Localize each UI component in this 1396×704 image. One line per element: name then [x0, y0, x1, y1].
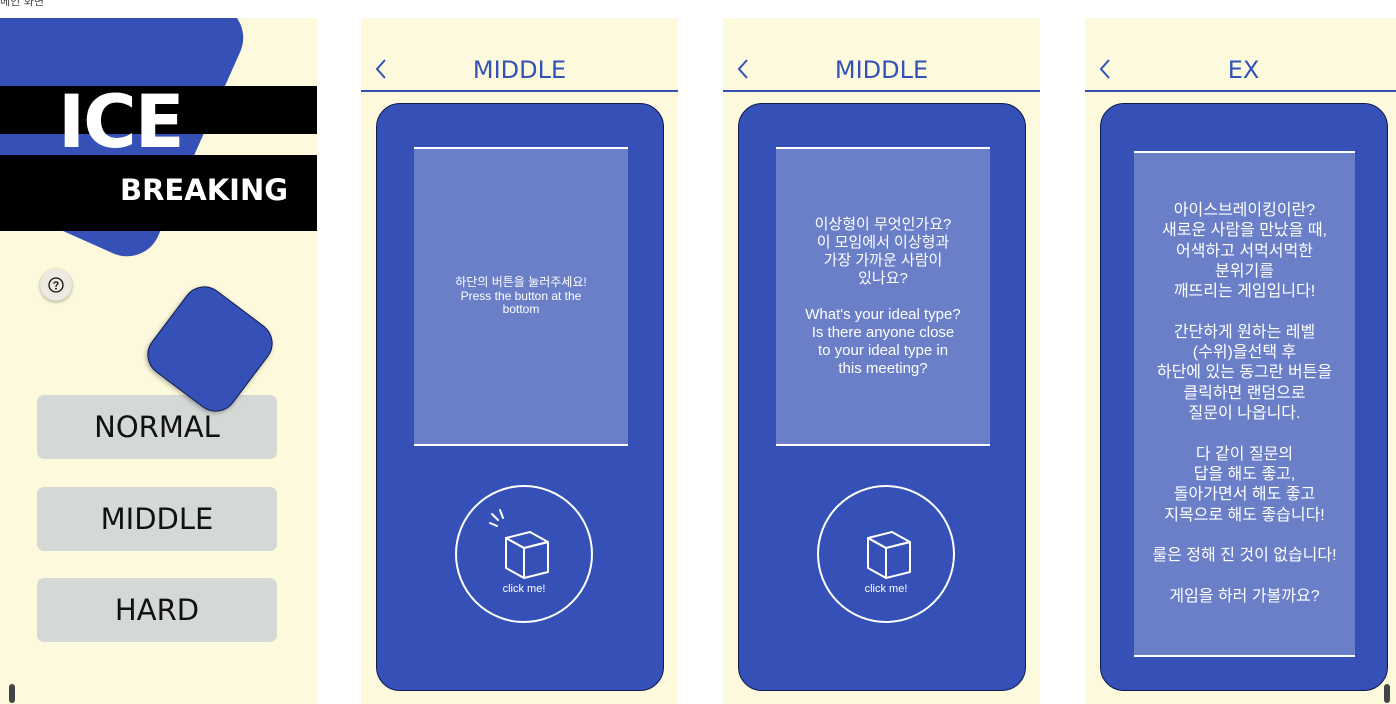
scroll-handle[interactable] — [9, 684, 15, 703]
click-me-button[interactable]: click me! — [817, 485, 955, 623]
scroll-handle[interactable] — [1384, 684, 1390, 703]
help-button[interactable] — [40, 269, 72, 301]
click-me-label: click me! — [864, 583, 908, 595]
main-screen: ICE BREAKING NORMAL MIDDLE HARD — [0, 18, 317, 704]
middle-level-button[interactable]: MIDDLE — [37, 487, 277, 551]
box-icon — [489, 509, 549, 579]
app-title-ice: ICE — [58, 80, 185, 165]
top-bar: EX — [1085, 18, 1396, 92]
screen-caption: 메인 화면 — [0, 0, 44, 8]
explanation-text: 아이스브레이킹이란? 새로운 사람을 만났을 때, 어색하고 서먹서먹한 분위기… — [1134, 151, 1355, 657]
explanation-screen: EX 아이스브레이킹이란? 새로운 사람을 만났을 때, 어색하고 서먹서먹한 … — [1085, 18, 1396, 704]
screen-title: MIDDLE — [472, 56, 567, 84]
hard-level-button[interactable]: HARD — [37, 578, 277, 642]
middle-screen-question: MIDDLE 이상형이 무엇인가요? 이 모임에서 이상형과 가장 가까운 사람… — [723, 18, 1040, 704]
middle-screen-empty: MIDDLE 하단의 버튼을 눌러주세요! Press the button a… — [361, 18, 678, 704]
question-card: 이상형이 무엇인가요? 이 모임에서 이상형과 가장 가까운 사람이 있나요? … — [738, 103, 1026, 691]
top-bar: MIDDLE — [723, 18, 1040, 92]
question-circle-icon — [48, 277, 64, 293]
explanation-card: 아이스브레이킹이란? 새로운 사람을 만났을 때, 어색하고 서먹서먹한 분위기… — [1100, 103, 1388, 691]
normal-level-button[interactable]: NORMAL — [37, 395, 277, 459]
screen-title: MIDDLE — [834, 56, 929, 84]
question-text: 하단의 버튼을 눌러주세요! Press the button at the b… — [414, 147, 628, 446]
question-text: 이상형이 무엇인가요? 이 모임에서 이상형과 가장 가까운 사람이 있나요? … — [776, 147, 990, 446]
click-me-button[interactable]: click me! — [455, 485, 593, 623]
click-me-label: click me! — [502, 583, 546, 595]
question-card: 하단의 버튼을 눌러주세요! Press the button at the b… — [376, 103, 664, 691]
top-bar: MIDDLE — [361, 18, 678, 92]
screen-title: EX — [1227, 56, 1260, 84]
box-icon — [867, 531, 911, 579]
app-title-breaking: BREAKING — [120, 173, 289, 207]
